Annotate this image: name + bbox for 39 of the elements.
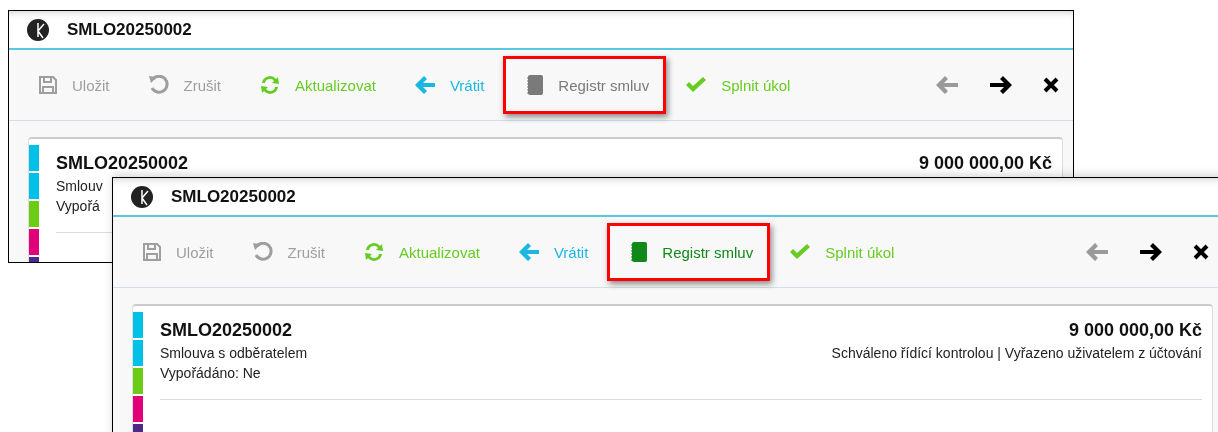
- toolbar-button[interactable]: Aktualizovat: [344, 223, 499, 281]
- record-code: SMLO20250002: [56, 152, 189, 174]
- refresh-icon: [363, 241, 385, 263]
- window-title: SMLO20250002: [67, 19, 192, 40]
- undo-icon: [251, 242, 274, 262]
- notebook-icon: [630, 241, 649, 263]
- record-detail: Smlouv: [56, 178, 103, 194]
- record-status: Schváleno řídící kontrolou | Vyřazeno uživatelem z účtování: [831, 345, 1202, 361]
- checkmark-icon: [685, 76, 708, 94]
- toolbar-button[interactable]: Zrušit: [128, 56, 240, 114]
- toolbar-button[interactable]: Splnit úkol: [770, 223, 914, 281]
- record-code: SMLO20250002: [160, 319, 293, 341]
- left-arrow-icon: [517, 242, 540, 262]
- toolbar-button[interactable]: Registr smluv: [503, 56, 667, 114]
- forward-arrow-icon[interactable]: [1139, 242, 1163, 262]
- record-detail: Vypořádáno: Ne: [160, 365, 262, 381]
- undo-icon: [147, 75, 170, 95]
- toolbar-button[interactable]: Uložit: [19, 56, 129, 114]
- toolbar-button[interactable]: Vrátit: [498, 223, 608, 281]
- refresh-icon: [259, 74, 281, 96]
- forward-arrow-icon[interactable]: [989, 75, 1013, 95]
- logo-icon: [27, 18, 49, 41]
- window-title: SMLO20250002: [171, 186, 296, 207]
- record-detail: Vypořá: [56, 198, 101, 214]
- record-detail: Smlouva s odběratelem: [160, 345, 308, 361]
- checkmark-icon: [789, 243, 812, 261]
- notebook-icon: [526, 74, 545, 96]
- close-icon[interactable]: [1043, 77, 1059, 93]
- record-amount: 9 000 000,00 Kč: [1068, 319, 1202, 341]
- record-amount: 9 000 000,00 Kč: [918, 152, 1052, 174]
- toolbar-button[interactable]: Uložit: [123, 223, 233, 281]
- close-icon[interactable]: [1193, 244, 1209, 260]
- toolbar-button[interactable]: Splnit úkol: [666, 56, 810, 114]
- toolbar-button[interactable]: Zrušit: [232, 223, 344, 281]
- toolbar-button[interactable]: Registr smluv: [607, 223, 771, 281]
- logo-icon: [131, 185, 153, 208]
- toolbar-button[interactable]: Vrátit: [394, 56, 504, 114]
- left-arrow-icon: [413, 75, 436, 95]
- toolbar-button[interactable]: Aktualizovat: [240, 56, 395, 114]
